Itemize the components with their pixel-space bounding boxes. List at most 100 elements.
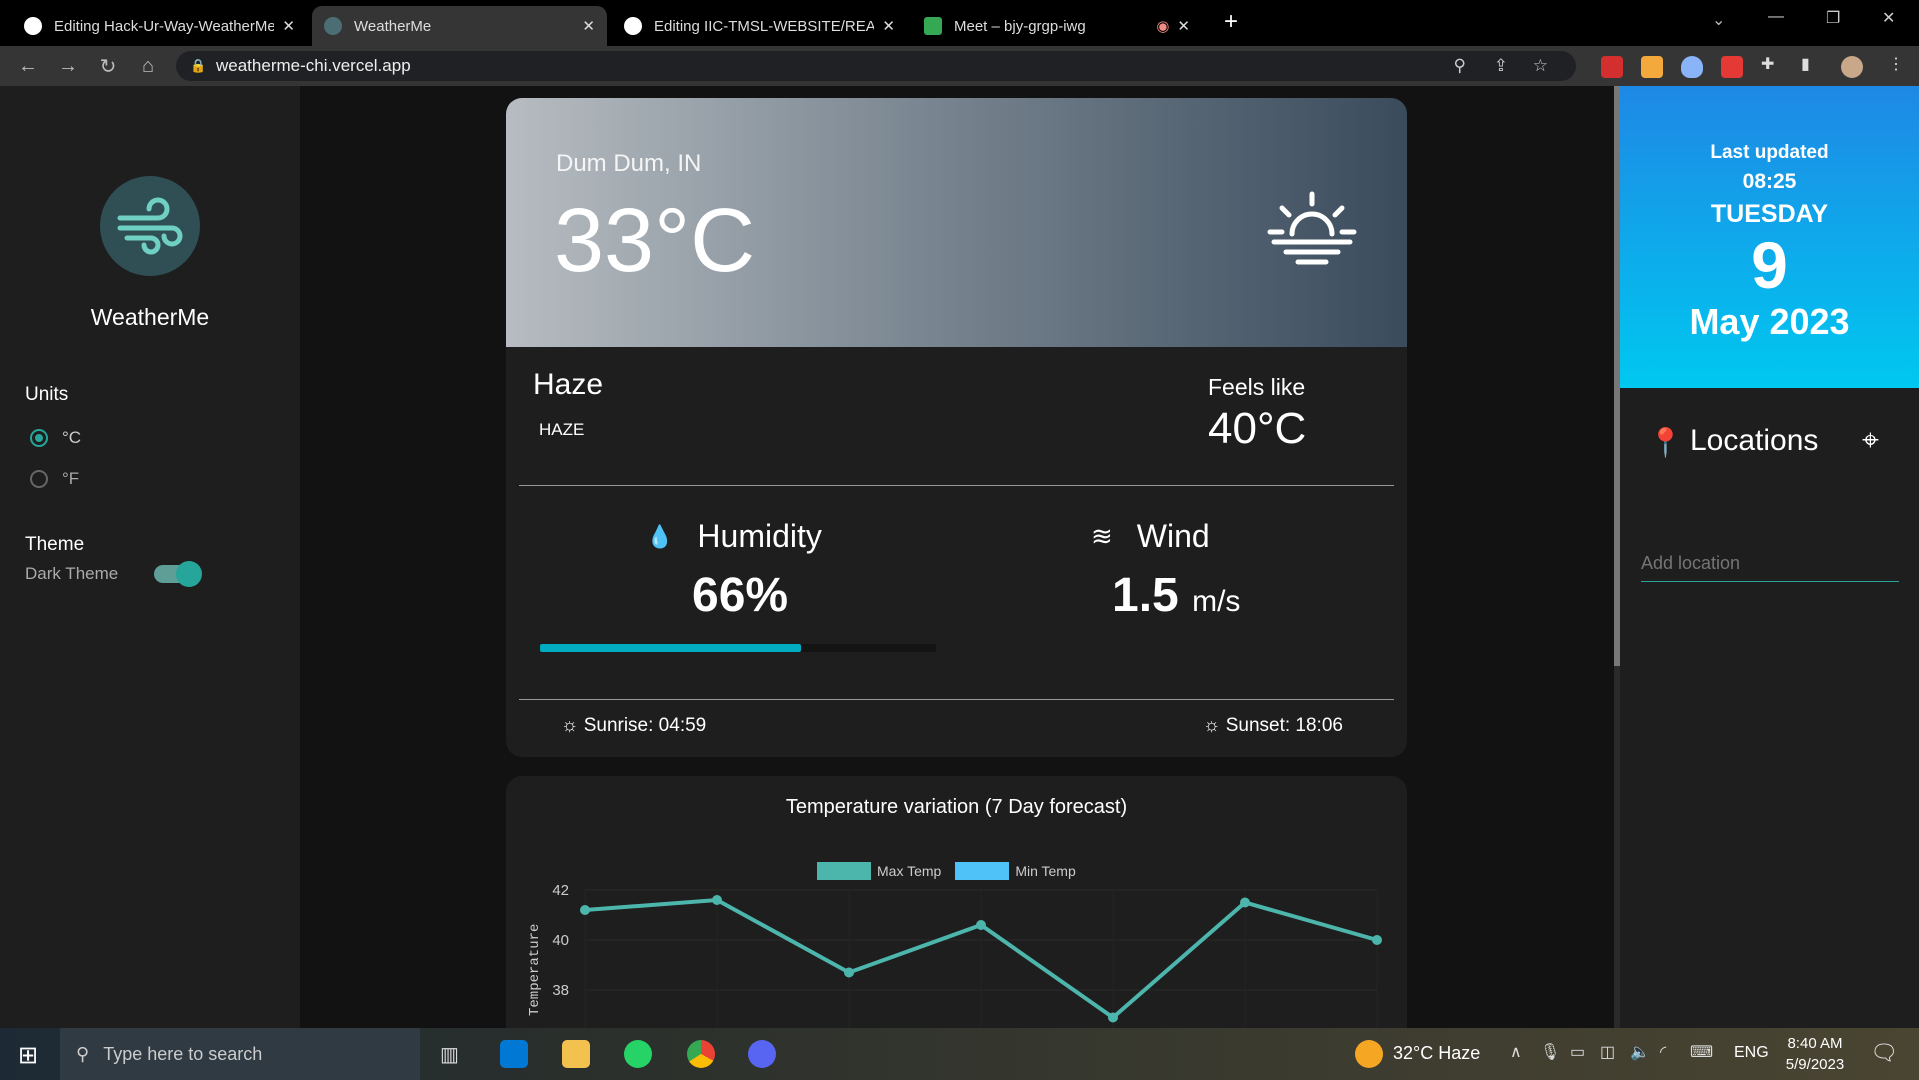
theme-label: Theme	[25, 534, 85, 555]
language-indicator[interactable]: ENG	[1734, 1044, 1769, 1062]
taskbar-weather[interactable]: 32°C Haze	[1393, 1043, 1480, 1064]
wind-icon	[117, 197, 183, 255]
weatherme-logo	[100, 176, 200, 276]
volume-icon[interactable]: 🔈	[1630, 1042, 1650, 1062]
current-temperature: 33°C	[554, 191, 756, 291]
tab-github-iic[interactable]: Editing IIC-TMSL-WEBSITE/READM✕	[612, 6, 907, 46]
tab-search-icon[interactable]: ⌄	[1712, 10, 1725, 30]
tab-github-hack[interactable]: Editing Hack-Ur-Way-WeatherMe ✕	[12, 6, 307, 46]
discord-icon[interactable]	[748, 1040, 776, 1068]
sidebar: WeatherMe Units °C °F Theme Dark Theme	[0, 86, 300, 1028]
max-temp-point	[976, 920, 986, 930]
back-icon[interactable]: ←	[8, 55, 48, 78]
tab-meet[interactable]: Meet – bjy-grgp-iwg ◉ ✕	[912, 6, 1202, 46]
weather-header: Dum Dum, IN 33°C	[506, 98, 1407, 347]
dark-theme-label: Dark Theme	[25, 564, 119, 583]
github-icon	[24, 17, 42, 35]
right-panel: Last updated 08:25 TUESDAY 9 May 2023 📍 …	[1620, 86, 1919, 1028]
notifications-icon[interactable]: 🗨	[1870, 1040, 1898, 1066]
close-icon[interactable]: ✕	[882, 17, 895, 35]
file-explorer-icon[interactable]	[562, 1040, 590, 1068]
day-number: 9	[1751, 228, 1788, 302]
dark-theme-toggle[interactable]	[154, 561, 202, 587]
microsoft-store-icon[interactable]	[500, 1040, 528, 1068]
weekday: TUESDAY	[1710, 200, 1829, 228]
close-icon[interactable]: ✕	[282, 17, 295, 35]
reload-icon[interactable]: ↻	[88, 54, 128, 79]
extension-icon[interactable]	[1641, 56, 1663, 78]
puzzle-extensions-icon[interactable]: ✚	[1761, 54, 1774, 74]
location-pin-icon[interactable]: ⚲	[1454, 56, 1466, 76]
unit-celsius-radio[interactable]: °C	[30, 428, 81, 448]
github-icon	[624, 17, 642, 35]
bookmark-star-icon[interactable]: ☆	[1533, 56, 1548, 76]
max-temp-point	[1372, 935, 1382, 945]
tray-chevron-icon[interactable]: ∧	[1510, 1042, 1522, 1062]
search-icon: ⚲	[76, 1043, 90, 1064]
taskbar-clock[interactable]: 8:40 AM 5/9/2023	[1770, 1033, 1860, 1075]
keyboard-icon[interactable]: ⌨	[1690, 1042, 1713, 1062]
windows-start-icon[interactable]: ⊞	[18, 1041, 38, 1070]
y-tick-label: 42	[552, 882, 569, 899]
taskbar-search-box[interactable]: ⚲ Type here to search	[60, 1028, 420, 1080]
meet-icon	[924, 17, 942, 35]
max-temp-point	[712, 895, 722, 905]
pdf-extension-icon[interactable]	[1601, 56, 1623, 78]
max-temp-point	[1108, 1012, 1118, 1023]
address-bar-row: ← → ↻ ⌂ 🔒 weatherme-chi.vercel.app ⚲ ⇪ ☆…	[0, 46, 1919, 86]
home-icon[interactable]: ⌂	[128, 55, 168, 78]
location-name: Dum Dum, IN	[556, 150, 702, 177]
whatsapp-icon[interactable]	[624, 1040, 652, 1068]
side-panel-icon[interactable]: ▮	[1801, 54, 1810, 74]
sun-icon: ☼	[561, 715, 584, 736]
profile-avatar[interactable]	[1841, 56, 1863, 78]
date-panel: Last updated 08:25 TUESDAY 9 May 2023	[1620, 86, 1919, 388]
weather-widget-icon[interactable]	[1355, 1040, 1383, 1068]
task-view-icon[interactable]: ▥	[440, 1042, 459, 1067]
windows-taskbar: ⊞ ⚲ Type here to search ▥ 32°C Haze ∧ 🎙 ▭…	[0, 1028, 1919, 1080]
my-location-icon[interactable]: ⌖	[1862, 424, 1879, 458]
new-tab-button[interactable]: +	[1224, 8, 1238, 36]
y-tick-label: 38	[552, 982, 569, 999]
feels-like-label: Feels like	[1208, 374, 1306, 400]
location-pin-icon: 📍	[1648, 427, 1683, 458]
current-weather-card: Dum Dum, IN 33°C Haze HAZE Feels like 40…	[506, 98, 1407, 757]
share-icon[interactable]: ⇪	[1494, 56, 1508, 76]
shield-extension-icon[interactable]	[1681, 56, 1703, 78]
feels-like-value: 40°C	[1208, 404, 1307, 453]
battery-icon[interactable]: ▭	[1570, 1042, 1585, 1062]
close-window-button[interactable]: ✕	[1882, 8, 1895, 28]
close-icon[interactable]: ✕	[1177, 17, 1190, 35]
weatherme-icon	[324, 17, 342, 35]
forecast-chart-card: Temperature variation (7 Day forecast) M…	[506, 776, 1407, 1036]
y-tick-label: 40	[552, 932, 569, 949]
chrome-icon[interactable]	[687, 1040, 715, 1068]
unit-fahrenheit-radio[interactable]: °F	[30, 469, 79, 489]
sunset-time: ☼ Sunset: 18:06	[1203, 715, 1343, 736]
recording-icon: ◉	[1156, 18, 1170, 35]
wind-heading: ≋ Wind	[1091, 518, 1210, 554]
humidity-progress-fill	[540, 644, 802, 652]
wifi-icon[interactable]: ◜	[1660, 1042, 1666, 1062]
url-input[interactable]: 🔒 weatherme-chi.vercel.app ⚲ ⇪ ☆	[176, 51, 1576, 81]
forward-icon[interactable]: →	[48, 55, 88, 78]
menu-icon[interactable]: ⋮	[1888, 54, 1904, 74]
y-axis-label: Temperature	[527, 924, 543, 1016]
restore-button[interactable]: ❐	[1826, 8, 1840, 28]
minimize-button[interactable]: —	[1768, 8, 1784, 26]
water-drop-icon: 💧	[646, 523, 674, 549]
camera-icon[interactable]: ◫	[1600, 1042, 1615, 1062]
extension-icon[interactable]	[1721, 56, 1743, 78]
tab-weatherme[interactable]: WeatherMe ✕	[312, 6, 607, 46]
divider	[519, 699, 1394, 700]
humidity-progress-bar	[540, 644, 936, 652]
temperature-line-chart: 4240383634Temperature	[527, 882, 1382, 1036]
sunrise-time: ☼ Sunrise: 04:59	[561, 715, 707, 736]
close-icon[interactable]: ✕	[582, 17, 595, 35]
sun-icon: ☼	[1203, 715, 1226, 736]
max-temp-point	[844, 967, 854, 978]
add-location-input[interactable]	[1641, 546, 1899, 582]
microphone-icon[interactable]: 🎙	[1540, 1042, 1560, 1062]
humidity-value: 66%	[692, 569, 789, 622]
units-label: Units	[25, 384, 69, 405]
